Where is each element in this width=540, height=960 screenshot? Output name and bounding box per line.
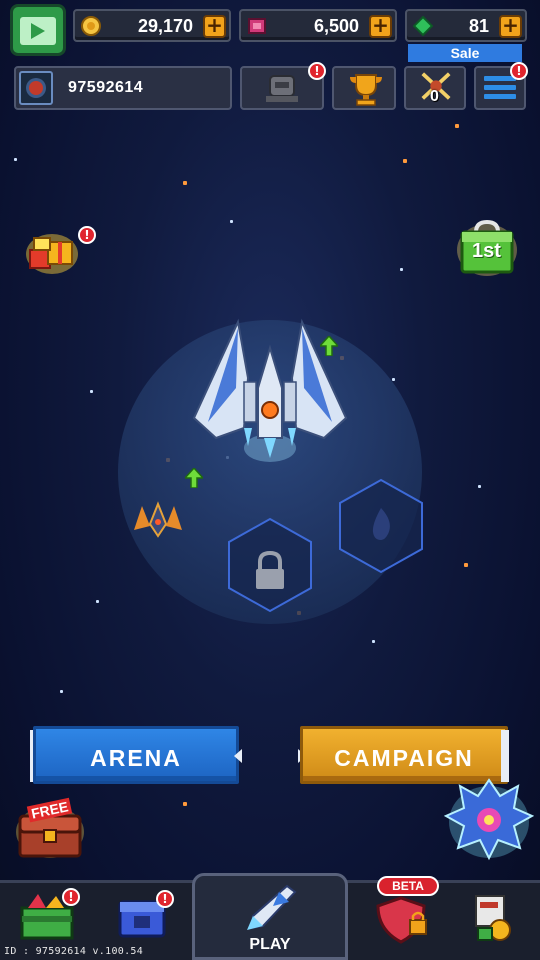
pvp-button[interactable]: 0 [404,66,466,110]
star [403,159,407,163]
avatar-emblem-icon [29,81,43,95]
star [60,690,63,693]
hamburger-menu-icon [484,76,516,100]
wingman-drone[interactable] [130,500,186,542]
first-purchase-shop-button[interactable]: 1st [456,218,518,276]
nav-play-tab[interactable]: PLAY [192,873,348,960]
free-chest-button[interactable]: FREE [14,797,86,860]
star [372,640,375,643]
gems-value: 81 [468,16,489,36]
spaceship-icon [247,884,297,930]
star [183,181,187,185]
tickets-counter: 6,500 + [239,9,397,42]
star [183,802,187,806]
coins-value: 29,170 [137,16,193,36]
gem-icon [413,16,433,36]
star [464,563,468,567]
shop-first-label: 1st [472,240,501,262]
squad-alert-badge: ! [308,62,326,80]
ticket-icon [248,18,266,34]
tickets-value: 6,500 [313,16,359,36]
star [230,220,233,223]
play-icon [31,23,45,39]
build-info: ID : 97592614 v.100.54 [4,946,144,957]
upgrade-alert-badge: ! [62,888,80,906]
trophy-button[interactable] [332,66,396,110]
locked-slot-hex[interactable] [227,517,313,613]
beta-badge: BETA [377,876,439,896]
campaign-button-cap-right [501,730,509,782]
star [96,600,99,603]
arena-button[interactable]: ARENA [33,726,239,784]
gems-counter: 81 + [405,9,527,42]
star [392,378,395,381]
trophy-icon [350,74,382,106]
drone-slot-hex[interactable] [338,478,424,574]
star [90,390,93,393]
gift-alert-badge: ! [78,226,96,244]
coins-counter: 29,170 + [73,9,231,42]
add-tickets-button[interactable]: + [369,15,392,38]
nav-events-icon[interactable] [468,890,522,944]
avatar[interactable] [19,71,53,105]
star [478,485,481,488]
shop-alert-badge: ! [156,890,174,908]
free-video-tv-icon[interactable] [10,4,66,56]
gift-pile-icon [26,234,78,274]
star [14,158,17,161]
coin-icon [81,16,101,36]
play-tab-label: PLAY [249,936,291,953]
sale-tag[interactable]: Sale [408,44,522,62]
squad-button[interactable]: ! [240,62,326,110]
main-menu-button[interactable]: ! [474,62,528,110]
pvp-count: 0 [430,88,439,105]
add-gems-button[interactable]: + [499,15,522,38]
boss-event-icon[interactable] [444,776,534,862]
star [400,268,403,271]
upgrade-arrow-icon [185,468,203,488]
upgrade-arrow-icon [320,336,338,356]
resource-bar: 29,170 + 6,500 + 81 + [0,0,540,56]
daily-gift-button[interactable]: ! [22,226,96,278]
player-id: 97592614 [68,79,144,96]
add-coins-button[interactable]: + [203,15,226,38]
menu-alert-badge: ! [510,62,528,80]
star [455,124,459,128]
nav-guild-shield-icon[interactable] [372,894,430,946]
player-profile[interactable]: 97592614 [14,66,232,110]
robot-helmet-icon [266,75,298,102]
